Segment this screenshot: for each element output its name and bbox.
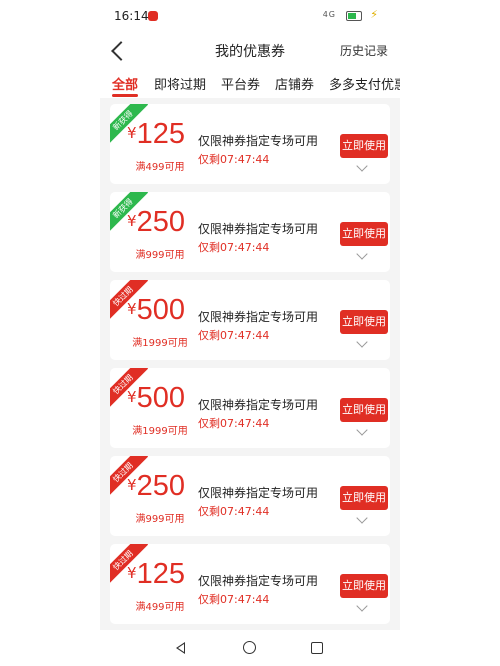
coupon-amount: ¥500 (120, 294, 192, 327)
tab-platform[interactable]: 平台券 (221, 74, 260, 93)
tab-all[interactable]: 全部 (112, 74, 138, 93)
coupon-condition: 满499可用 (135, 602, 185, 613)
use-now-button[interactable]: 立即使用 (340, 222, 388, 246)
tab-store[interactable]: 店铺券 (275, 74, 314, 93)
coupon-name: 仅限神券指定专场可用 (198, 574, 319, 588)
use-now-button[interactable]: 立即使用 (340, 310, 388, 334)
chevron-down-icon[interactable] (356, 600, 368, 612)
chevron-down-icon[interactable] (356, 336, 368, 348)
use-now-button[interactable]: 立即使用 (340, 398, 388, 422)
page-header: 我的优惠券 历史记录 (100, 34, 400, 66)
coupon-condition: 满999可用 (135, 250, 185, 261)
coupon-condition: 满1999可用 (132, 338, 188, 349)
currency-symbol: ¥ (127, 564, 137, 582)
tab-duoduo-pay[interactable]: 多多支付优惠 (329, 74, 400, 93)
coupon-amount: ¥250 (120, 470, 192, 503)
use-now-button[interactable]: 立即使用 (340, 574, 388, 598)
use-now-button[interactable]: 立即使用 (340, 134, 388, 158)
coupon-amount: ¥250 (120, 206, 192, 239)
square-recent-icon[interactable] (311, 642, 323, 654)
chevron-down-icon[interactable] (356, 248, 368, 260)
tab-expiring[interactable]: 即将过期 (154, 74, 206, 93)
chevron-down-icon[interactable] (356, 160, 368, 172)
coupon-value: 125 (136, 118, 185, 150)
currency-symbol: ¥ (127, 300, 137, 318)
coupon-countdown: 仅剩07:47:44 (198, 505, 270, 518)
use-now-button[interactable]: 立即使用 (340, 486, 388, 510)
coupon-value: 500 (136, 382, 185, 414)
coupon-amount: ¥500 (120, 382, 192, 415)
network-indicator: 4G (322, 10, 336, 19)
system-nav-bar (100, 630, 400, 666)
coupon-card: 新获得 ¥250 满999可用 仅限神券指定专场可用 仅剩07:47:44 立即… (110, 192, 390, 272)
phone-screen: 16:14 4G ⚡ 我的优惠券 历史记录 全部 即将过期 平台券 店铺券 多多… (100, 0, 400, 666)
coupon-amount: ¥125 (120, 558, 192, 591)
coupon-value: 250 (136, 206, 185, 238)
coupon-card: 快过期 ¥125 满499可用 仅限神券指定专场可用 仅剩07:47:44 立即… (110, 544, 390, 624)
coupon-card: 快过期 ¥500 满1999可用 仅限神券指定专场可用 仅剩07:47:44 立… (110, 368, 390, 448)
right-margin (400, 0, 500, 666)
coupon-value: 500 (136, 294, 185, 326)
chevron-down-icon[interactable] (356, 424, 368, 436)
active-tab-underline (112, 94, 138, 97)
coupon-value: 250 (136, 470, 185, 502)
coupon-countdown: 仅剩07:47:44 (198, 329, 270, 342)
coupon-condition: 满999可用 (135, 514, 185, 525)
app-notification-icon (148, 11, 158, 21)
currency-symbol: ¥ (127, 212, 137, 230)
chevron-down-icon[interactable] (356, 512, 368, 524)
coupon-card: 新获得 ¥125 满499可用 仅限神券指定专场可用 仅剩07:47:44 立即… (110, 104, 390, 184)
battery-icon (346, 11, 362, 21)
coupon-name: 仅限神券指定专场可用 (198, 310, 319, 324)
triangle-back-icon[interactable] (176, 642, 185, 654)
coupon-amount: ¥125 (120, 118, 192, 151)
left-margin (0, 0, 100, 666)
coupon-condition: 满1999可用 (132, 426, 188, 437)
coupon-card: 快过期 ¥500 满1999可用 仅限神券指定专场可用 仅剩07:47:44 立… (110, 280, 390, 360)
coupon-name: 仅限神券指定专场可用 (198, 398, 319, 412)
coupon-name: 仅限神券指定专场可用 (198, 222, 319, 236)
circle-home-icon[interactable] (243, 641, 256, 654)
coupon-name: 仅限神券指定专场可用 (198, 134, 319, 148)
currency-symbol: ¥ (127, 388, 137, 406)
coupon-countdown: 仅剩07:47:44 (198, 153, 270, 166)
coupon-countdown: 仅剩07:47:44 (198, 593, 270, 606)
coupon-countdown: 仅剩07:47:44 (198, 241, 270, 254)
coupon-value: 125 (136, 558, 185, 590)
coupon-name: 仅限神券指定专场可用 (198, 486, 319, 500)
charging-icon: ⚡ (370, 8, 378, 21)
history-link[interactable]: 历史记录 (340, 42, 388, 59)
currency-symbol: ¥ (127, 476, 137, 494)
coupon-card: 快过期 ¥250 满999可用 仅限神券指定专场可用 仅剩07:47:44 立即… (110, 456, 390, 536)
status-bar: 16:14 4G ⚡ (100, 0, 400, 34)
status-time: 16:14 (114, 9, 149, 23)
coupon-tabs: 全部 即将过期 平台券 店铺券 多多支付优惠 (100, 66, 400, 98)
coupon-condition: 满499可用 (135, 162, 185, 173)
coupon-countdown: 仅剩07:47:44 (198, 417, 270, 430)
currency-symbol: ¥ (127, 124, 137, 142)
